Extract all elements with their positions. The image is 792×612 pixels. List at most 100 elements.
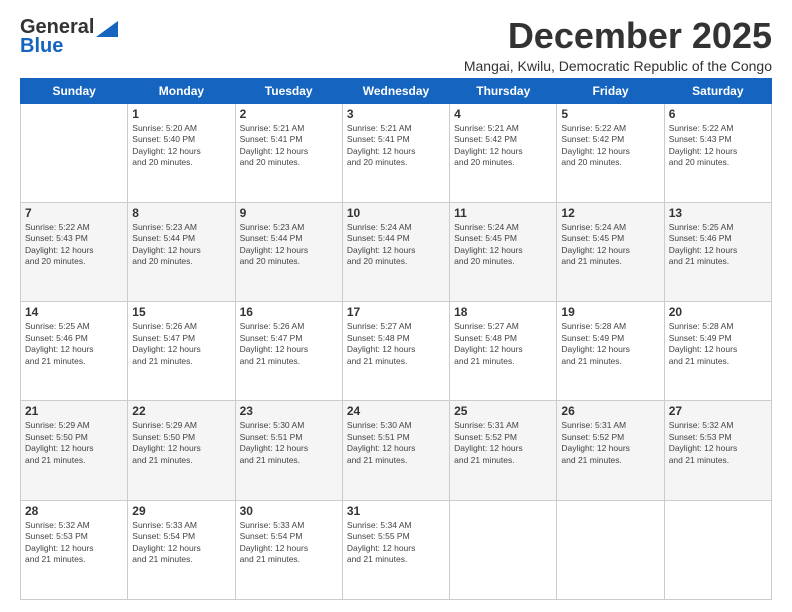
day-detail: Sunrise: 5:30 AM Sunset: 5:51 PM Dayligh… [347,420,445,466]
day-detail: Sunrise: 5:27 AM Sunset: 5:48 PM Dayligh… [347,321,445,367]
day-detail: Sunrise: 5:28 AM Sunset: 5:49 PM Dayligh… [561,321,659,367]
calendar-cell: 24 Sunrise: 5:30 AM Sunset: 5:51 PM Dayli… [342,401,449,500]
calendar-body: 1 Sunrise: 5:20 AM Sunset: 5:40 PM Daylig… [21,103,772,599]
calendar-cell: 22 Sunrise: 5:29 AM Sunset: 5:50 PM Dayli… [128,401,235,500]
calendar-cell: 15Sunrise: 5:26 AM Sunset: 5:47 PM Dayli… [128,302,235,401]
location-title: Mangai, Kwilu, Democratic Republic of th… [464,58,772,74]
calendar-cell: 19 Sunrise: 5:28 AM Sunset: 5:49 PM Dayli… [557,302,664,401]
day-number: 17 [347,305,445,319]
calendar-cell: 7 Sunrise: 5:22 AM Sunset: 5:43 PM Daylig… [21,202,128,301]
day-detail: Sunrise: 5:33 AM Sunset: 5:54 PM Dayligh… [132,520,230,566]
day-number: 20 [669,305,767,319]
day-of-week-header: Monday [128,78,235,103]
month-title: December 2025 [464,16,772,56]
day-number: 15 [132,305,230,319]
calendar-cell: 8 Sunrise: 5:23 AM Sunset: 5:44 PM Daylig… [128,202,235,301]
calendar-header: SundayMondayTuesdayWednesdayThursdayFrid… [21,78,772,103]
day-detail: Sunrise: 5:29 AM Sunset: 5:50 PM Dayligh… [25,420,123,466]
calendar-cell [664,500,771,599]
day-detail: Sunrise: 5:23 AM Sunset: 5:44 PM Dayligh… [132,222,230,268]
calendar-wrapper: SundayMondayTuesdayWednesdayThursdayFrid… [20,78,772,600]
day-number: 7 [25,206,123,220]
day-number: 30 [240,504,338,518]
day-detail: Sunrise: 5:31 AM Sunset: 5:52 PM Dayligh… [561,420,659,466]
day-detail: Sunrise: 5:20 AM Sunset: 5:40 PM Dayligh… [132,123,230,169]
calendar-cell: 31Sunrise: 5:34 AM Sunset: 5:55 PM Dayli… [342,500,449,599]
day-detail: Sunrise: 5:22 AM Sunset: 5:43 PM Dayligh… [669,123,767,169]
day-number: 28 [25,504,123,518]
calendar-cell [557,500,664,599]
day-number: 11 [454,206,552,220]
day-detail: Sunrise: 5:24 AM Sunset: 5:44 PM Dayligh… [347,222,445,268]
calendar-cell: 3Sunrise: 5:21 AM Sunset: 5:41 PM Daylig… [342,103,449,202]
day-of-week-header: Saturday [664,78,771,103]
calendar-cell: 18 Sunrise: 5:27 AM Sunset: 5:48 PM Dayli… [450,302,557,401]
day-number: 24 [347,404,445,418]
calendar-cell: 27Sunrise: 5:32 AM Sunset: 5:53 PM Dayli… [664,401,771,500]
day-number: 26 [561,404,659,418]
calendar-cell: 5 Sunrise: 5:22 AM Sunset: 5:42 PM Daylig… [557,103,664,202]
day-detail: Sunrise: 5:21 AM Sunset: 5:42 PM Dayligh… [454,123,552,169]
day-number: 1 [132,107,230,121]
calendar-cell: 12Sunrise: 5:24 AM Sunset: 5:45 PM Dayli… [557,202,664,301]
day-detail: Sunrise: 5:22 AM Sunset: 5:42 PM Dayligh… [561,123,659,169]
day-detail: Sunrise: 5:28 AM Sunset: 5:49 PM Dayligh… [669,321,767,367]
day-detail: Sunrise: 5:24 AM Sunset: 5:45 PM Dayligh… [454,222,552,268]
logo-blue: Blue [20,35,63,58]
day-number: 25 [454,404,552,418]
day-number: 18 [454,305,552,319]
day-number: 19 [561,305,659,319]
day-number: 12 [561,206,659,220]
day-number: 22 [132,404,230,418]
day-detail: Sunrise: 5:22 AM Sunset: 5:43 PM Dayligh… [25,222,123,268]
day-detail: Sunrise: 5:27 AM Sunset: 5:48 PM Dayligh… [454,321,552,367]
day-detail: Sunrise: 5:25 AM Sunset: 5:46 PM Dayligh… [25,321,123,367]
day-number: 27 [669,404,767,418]
calendar-cell: 25 Sunrise: 5:31 AM Sunset: 5:52 PM Dayli… [450,401,557,500]
day-number: 4 [454,107,552,121]
day-number: 13 [669,206,767,220]
calendar-cell: 30 Sunrise: 5:33 AM Sunset: 5:54 PM Dayli… [235,500,342,599]
logo-icon [96,21,118,37]
calendar-cell: 6Sunrise: 5:22 AM Sunset: 5:43 PM Daylig… [664,103,771,202]
calendar-cell: 9Sunrise: 5:23 AM Sunset: 5:44 PM Daylig… [235,202,342,301]
day-detail: Sunrise: 5:21 AM Sunset: 5:41 PM Dayligh… [240,123,338,169]
calendar-cell: 20 Sunrise: 5:28 AM Sunset: 5:49 PM Dayli… [664,302,771,401]
day-number: 2 [240,107,338,121]
day-of-week-header: Friday [557,78,664,103]
day-detail: Sunrise: 5:31 AM Sunset: 5:52 PM Dayligh… [454,420,552,466]
day-of-week-header: Thursday [450,78,557,103]
day-number: 10 [347,206,445,220]
calendar-table: SundayMondayTuesdayWednesdayThursdayFrid… [20,78,772,600]
day-number: 23 [240,404,338,418]
page: General Blue December 2025 Mangai, Kwilu… [0,0,792,612]
day-number: 8 [132,206,230,220]
day-detail: Sunrise: 5:33 AM Sunset: 5:54 PM Dayligh… [240,520,338,566]
day-detail: Sunrise: 5:34 AM Sunset: 5:55 PM Dayligh… [347,520,445,566]
day-number: 29 [132,504,230,518]
calendar-cell: 26 Sunrise: 5:31 AM Sunset: 5:52 PM Dayli… [557,401,664,500]
calendar-cell: 16Sunrise: 5:26 AM Sunset: 5:47 PM Dayli… [235,302,342,401]
calendar-cell: 14 Sunrise: 5:25 AM Sunset: 5:46 PM Dayli… [21,302,128,401]
calendar-cell [21,103,128,202]
day-number: 14 [25,305,123,319]
day-number: 5 [561,107,659,121]
day-number: 3 [347,107,445,121]
calendar-cell: 2 Sunrise: 5:21 AM Sunset: 5:41 PM Daylig… [235,103,342,202]
day-detail: Sunrise: 5:23 AM Sunset: 5:44 PM Dayligh… [240,222,338,268]
calendar-cell: 4 Sunrise: 5:21 AM Sunset: 5:42 PM Daylig… [450,103,557,202]
day-detail: Sunrise: 5:26 AM Sunset: 5:47 PM Dayligh… [240,321,338,367]
calendar-cell: 23Sunrise: 5:30 AM Sunset: 5:51 PM Dayli… [235,401,342,500]
day-detail: Sunrise: 5:25 AM Sunset: 5:46 PM Dayligh… [669,222,767,268]
calendar-cell: 28 Sunrise: 5:32 AM Sunset: 5:53 PM Dayli… [21,500,128,599]
day-of-week-header: Sunday [21,78,128,103]
logo: General Blue [20,16,118,58]
calendar-cell: 21 Sunrise: 5:29 AM Sunset: 5:50 PM Dayli… [21,401,128,500]
calendar-cell: 11 Sunrise: 5:24 AM Sunset: 5:45 PM Dayli… [450,202,557,301]
day-detail: Sunrise: 5:29 AM Sunset: 5:50 PM Dayligh… [132,420,230,466]
calendar-cell: 10 Sunrise: 5:24 AM Sunset: 5:44 PM Dayli… [342,202,449,301]
calendar-cell: 1 Sunrise: 5:20 AM Sunset: 5:40 PM Daylig… [128,103,235,202]
day-detail: Sunrise: 5:32 AM Sunset: 5:53 PM Dayligh… [25,520,123,566]
title-block: December 2025 Mangai, Kwilu, Democratic … [464,16,772,74]
day-number: 21 [25,404,123,418]
